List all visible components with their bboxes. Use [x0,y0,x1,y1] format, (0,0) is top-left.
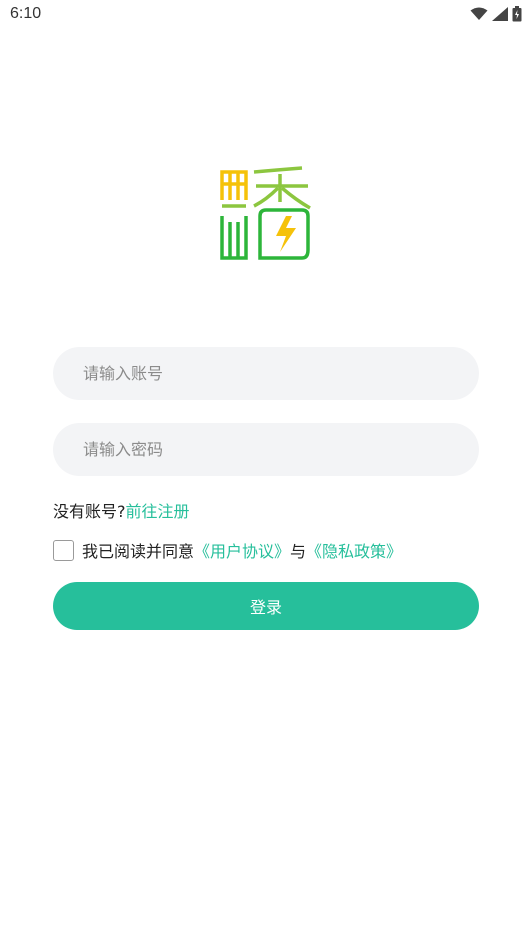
privacy-policy-link[interactable]: 《隐私政策》 [306,538,402,562]
account-input[interactable] [53,347,479,400]
register-row: 没有账号? 前往注册 [53,498,190,522]
user-agreement-link[interactable]: 《用户协议》 [194,538,290,562]
battery-icon [512,6,522,22]
signal-icon [492,7,508,21]
status-icons [470,6,522,22]
agreement-conjunction: 与 [290,542,307,561]
app-logo-icon [220,166,311,260]
status-bar: 6:10 [0,0,532,30]
password-input[interactable] [53,423,479,476]
register-prompt: 没有账号? [53,502,126,521]
agreement-prefix: 我已阅读并同意 [82,542,195,561]
login-button[interactable]: 登录 [53,582,479,630]
agreement-row: 我已阅读并同意 《用户协议》 与 《隐私政策》 [53,538,402,562]
wifi-icon [470,7,488,20]
status-time: 6:10 [10,5,42,22]
agreement-checkbox[interactable] [53,539,74,561]
register-link[interactable]: 前往注册 [126,498,190,522]
